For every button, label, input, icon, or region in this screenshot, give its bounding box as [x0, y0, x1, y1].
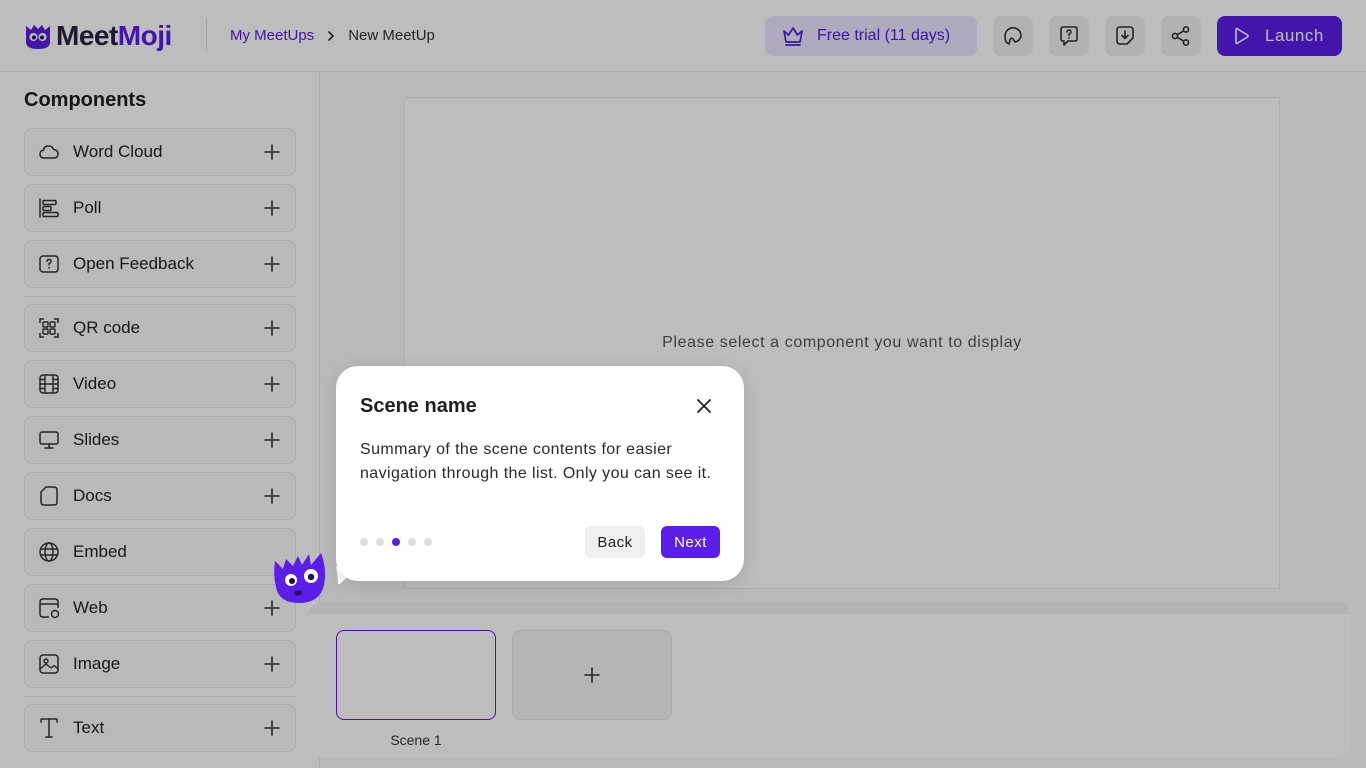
step-dot — [376, 538, 384, 546]
close-icon[interactable] — [694, 396, 714, 416]
step-dot — [360, 538, 368, 546]
tour-step-dots — [360, 538, 432, 546]
step-dot-active — [392, 538, 400, 546]
next-button[interactable]: Next — [661, 526, 720, 558]
tooltip-title: Scene name — [360, 395, 477, 417]
back-button[interactable]: Back — [585, 526, 645, 558]
tour-tooltip: Scene name Summary of the scene contents… — [336, 366, 744, 581]
tooltip-body: Summary of the scene contents for easier… — [360, 441, 712, 482]
mascot-icon — [274, 553, 325, 603]
step-dot — [424, 538, 432, 546]
step-dot — [408, 538, 416, 546]
